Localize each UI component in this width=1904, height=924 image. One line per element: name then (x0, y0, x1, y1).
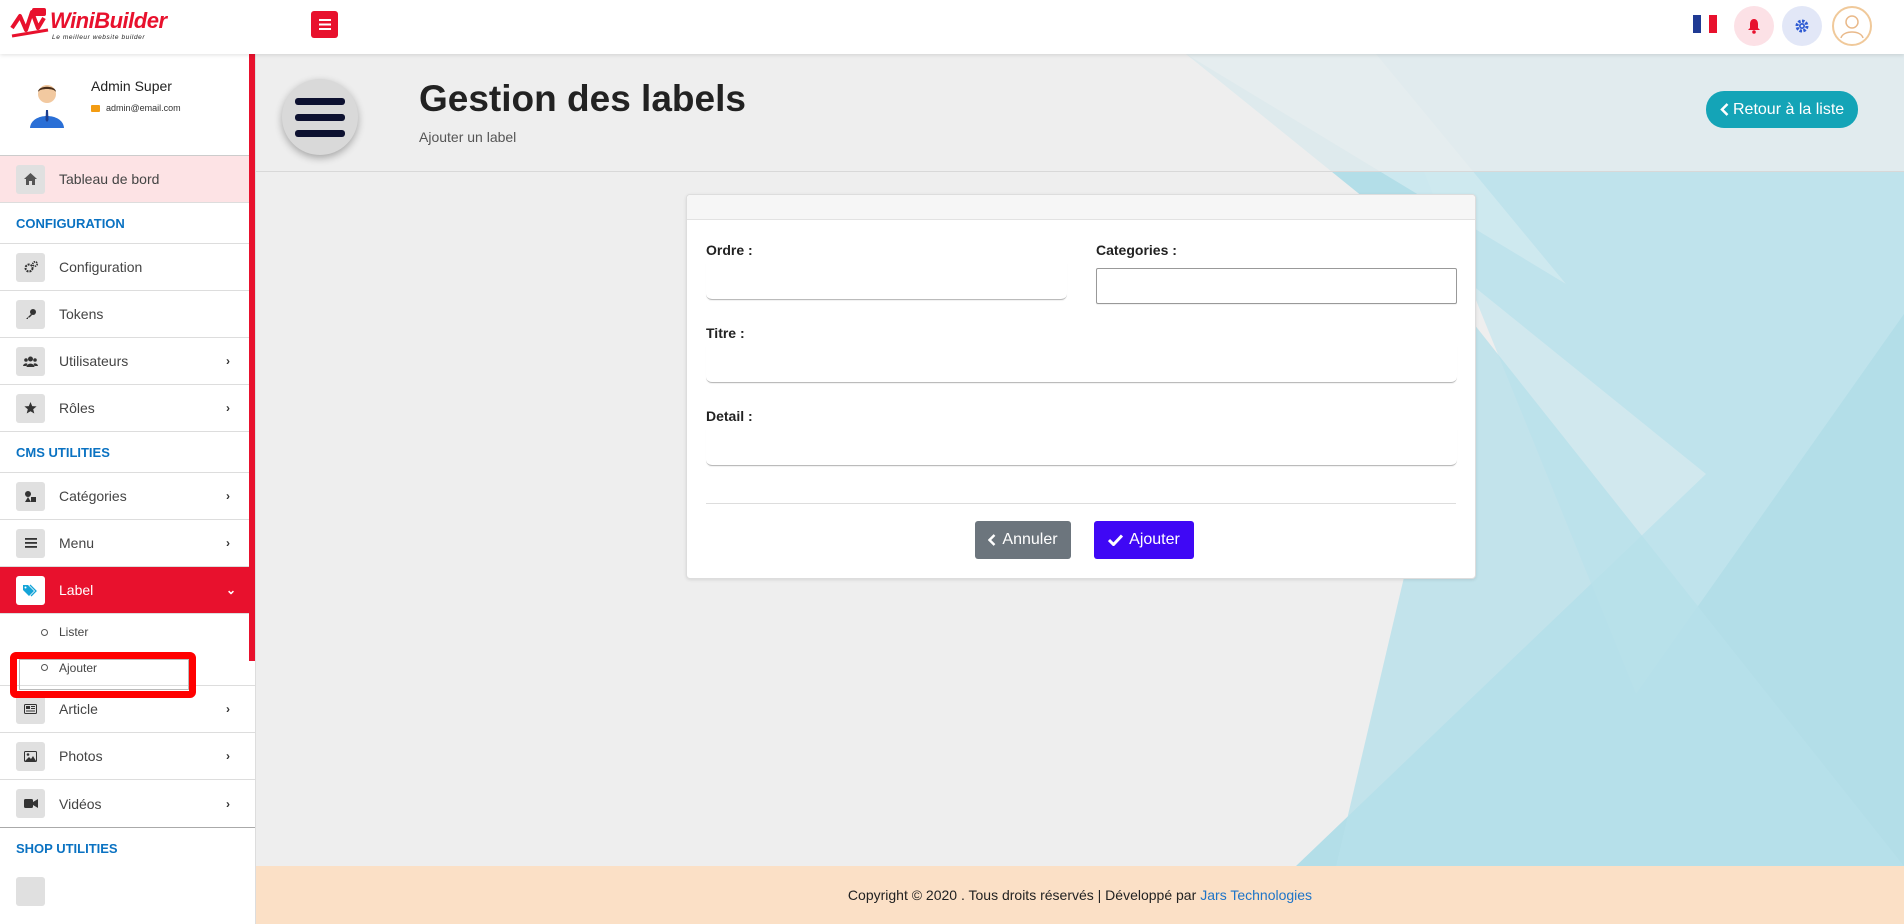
sidebar-item-label: Menu (59, 535, 95, 551)
chevron-left-icon (1720, 103, 1729, 116)
section-title-configuration: CONFIGURATION (0, 203, 255, 244)
main-content: Gestion des labels Ajouter un label Reto… (256, 54, 1904, 866)
sidebar-item-dashboard[interactable]: Tableau de bord (0, 156, 255, 203)
sidebar-subitem-label: Lister (59, 625, 89, 639)
sidebar-item-label: Tokens (59, 306, 104, 322)
circle-icon (41, 628, 48, 636)
bars-icon (16, 528, 45, 558)
highlight-inner-box (19, 659, 189, 690)
cancel-button-label: Annuler (1002, 531, 1058, 548)
sidebar-item-menu[interactable]: Menu › (0, 520, 255, 567)
key-icon (16, 299, 45, 329)
video-icon (16, 789, 45, 818)
sidebar-toggle-button[interactable] (311, 11, 338, 38)
submit-button-label: Ajouter (1129, 531, 1180, 548)
users-icon (16, 346, 45, 376)
generic-icon (16, 877, 45, 906)
logo-wordmark: WiniBuilder (50, 8, 167, 33)
copyright-text: Copyright © 2020 . Tous droits réservés … (847, 887, 1197, 903)
back-to-list-label: Retour à la liste (1733, 100, 1845, 118)
user-menu-button[interactable] (1832, 6, 1872, 46)
admin-avatar (30, 85, 64, 128)
categories-input[interactable] (1096, 268, 1457, 304)
chevron-down-icon: ⌄ (226, 583, 237, 597)
sidebar-item-roles[interactable]: Rôles › (0, 385, 255, 432)
sidebar-item-videos[interactable]: Vidéos › (0, 780, 255, 827)
sidebar-item-label: Utilisateurs (59, 353, 129, 369)
logo-tagline: Le meilleur website builder (52, 34, 146, 41)
section-title-shop-utilities: SHOP UTILITIES (0, 827, 255, 868)
section-title-cms-utilities: CMS UTILITIES (0, 432, 255, 473)
sidebar-item-tokens[interactable]: Tokens (0, 291, 255, 338)
submit-button[interactable]: Ajouter (1094, 521, 1194, 559)
newspaper-icon (16, 694, 45, 724)
chevron-right-icon: › (226, 536, 230, 550)
sidebar-item-configuration[interactable]: Configuration (0, 244, 255, 291)
sidebar-item-categories[interactable]: Catégories › (0, 473, 255, 520)
logo-icon (10, 8, 49, 38)
detail-label: Detail : (706, 408, 753, 424)
bell-icon (1748, 19, 1760, 34)
menu-bars-icon (282, 79, 358, 155)
titre-label: Titre : (706, 325, 745, 341)
gear-icon (1795, 19, 1809, 33)
chevron-left-icon (988, 534, 996, 546)
check-icon (1108, 534, 1124, 546)
chevron-right-icon: › (226, 401, 230, 415)
sidebar-item-label: Photos (59, 748, 103, 764)
detail-input[interactable] (706, 429, 1457, 466)
star-icon (16, 393, 45, 423)
sidebar-item-users[interactable]: Utilisateurs › (0, 338, 255, 385)
profile-email: admin@email.com (91, 103, 181, 113)
back-to-list-button[interactable]: Retour à la liste (1706, 91, 1859, 128)
chevron-right-icon: › (226, 702, 230, 716)
categories-label: Categories : (1096, 242, 1177, 258)
envelope-icon (91, 104, 100, 112)
profile-email-text: admin@email.com (106, 103, 181, 113)
sidebar-item-label-menu[interactable]: Label ⌄ (0, 567, 255, 614)
sidebar-scrollbar[interactable] (249, 54, 255, 661)
chevron-right-icon: › (226, 796, 230, 811)
chevron-right-icon: › (226, 489, 230, 503)
cogs-icon (16, 252, 45, 282)
form-divider (706, 503, 1456, 504)
user-avatar-icon (1840, 15, 1864, 39)
sidebar-item-label: Configuration (59, 259, 143, 275)
notifications-button[interactable] (1734, 6, 1774, 46)
brand-logo[interactable]: WiniBuilder Le meilleur website builder (10, 4, 167, 46)
hamburger-icon (318, 19, 331, 30)
titre-input[interactable] (706, 346, 1457, 383)
sidebar-item-label: Vidéos (59, 795, 102, 812)
sidebar-item-partial[interactable] (0, 868, 255, 915)
profile-panel: Admin Super admin@email.com (0, 54, 255, 156)
page-header: Gestion des labels Ajouter un label Reto… (256, 54, 1904, 172)
sidebar-item-label: Rôles (59, 400, 95, 416)
page-subtitle: Ajouter un label (419, 129, 517, 145)
footer: Copyright © 2020 . Tous droits réservés … (256, 866, 1904, 924)
tag-icon (16, 575, 45, 605)
sidebar-item-label: Label (59, 582, 94, 598)
profile-name: Admin Super (91, 78, 172, 94)
image-icon (16, 741, 45, 771)
settings-button[interactable] (1782, 6, 1822, 46)
top-navbar: WiniBuilder Le meilleur website builder (0, 0, 1904, 54)
sidebar-item-label: Tableau de bord (59, 171, 160, 187)
page-title: Gestion des labels (419, 78, 746, 119)
chevron-right-icon: › (226, 354, 230, 368)
ordre-label: Ordre : (706, 242, 753, 258)
sidebar: Admin Super admin@email.com Tableau de b… (0, 54, 256, 924)
chevron-right-icon: › (226, 749, 230, 763)
sidebar-subitem-lister[interactable]: Lister (0, 614, 255, 650)
developer-link[interactable]: Jars Technologies (1200, 887, 1312, 903)
france-flag-icon[interactable] (1693, 15, 1717, 33)
cancel-button[interactable]: Annuler (975, 521, 1071, 559)
sidebar-item-photos[interactable]: Photos › (0, 733, 255, 780)
sidebar-item-label: Article (59, 701, 98, 717)
sidebar-item-label: Catégories (59, 488, 127, 504)
home-icon (16, 164, 45, 194)
card-header (687, 195, 1475, 220)
shapes-icon (16, 481, 45, 511)
ordre-input[interactable] (706, 263, 1067, 300)
label-form-card: Ordre : Categories : Titre : Detail : An… (686, 194, 1476, 579)
